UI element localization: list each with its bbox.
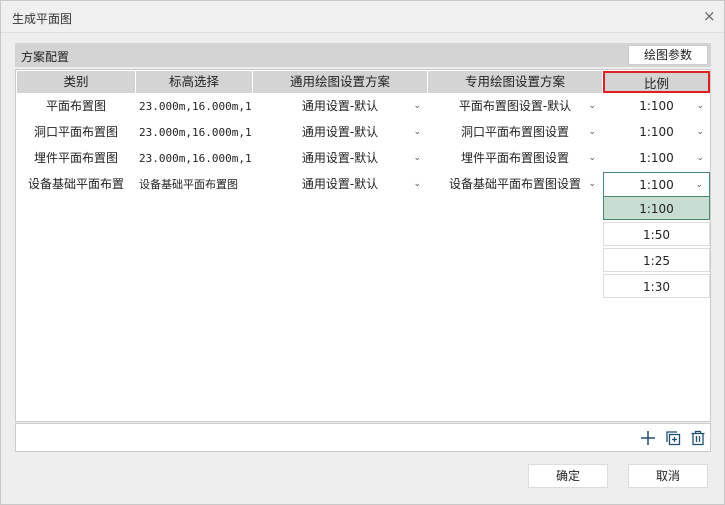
special-scheme-cell[interactable]: 平面布置图设置-默认 ⌄	[428, 94, 602, 119]
column-header-special-scheme[interactable]: 专用绘图设置方案	[428, 71, 602, 93]
chevron-down-icon[interactable]: ⌄	[696, 94, 704, 119]
chevron-down-icon[interactable]: ⌄	[413, 172, 421, 197]
cell-text: 设备基础平面布置图设置	[448, 177, 581, 191]
chevron-down-icon[interactable]: ⌄	[696, 120, 704, 145]
panel-title: 方案配置	[21, 50, 70, 64]
chevron-down-icon[interactable]: ⌄	[588, 172, 596, 197]
elevation-cell[interactable]: 23.000m,16.000m,10	[136, 146, 252, 171]
chevron-down-icon[interactable]: ⌄	[413, 120, 421, 145]
chevron-down-icon[interactable]: ⌄	[695, 173, 703, 196]
title-bar: 生成平面图 ×	[1, 1, 724, 33]
cell-text: 23.000m,16.000m,10	[139, 126, 252, 139]
scale-cell[interactable]: 1:100 ⌄	[603, 172, 710, 197]
add-icon[interactable]	[640, 430, 656, 446]
column-header-general-scheme[interactable]: 通用绘图设置方案	[253, 71, 427, 93]
cell-text: 1:100	[639, 99, 674, 113]
elevation-cell[interactable]: 23.000m,16.000m,10	[136, 120, 252, 145]
general-scheme-cell[interactable]: 通用设置-默认 ⌄	[253, 172, 427, 197]
dialog-window: 生成平面图 × 方案配置 绘图参数 类别 标高选择 通用绘图设置方案 专用绘图设置方案…	[0, 0, 725, 505]
scale-option[interactable]: 1:50	[603, 222, 710, 246]
general-scheme-cell[interactable]: 通用设置-默认 ⌄	[253, 120, 427, 145]
category-cell: 埋件平面布置图	[17, 146, 135, 171]
general-scheme-cell[interactable]: 通用设置-默认 ⌄	[253, 94, 427, 119]
cell-text: 通用设置-默认	[301, 125, 379, 139]
elevation-cell[interactable]: 设备基础平面布置图	[136, 172, 252, 197]
column-header-category[interactable]: 类别	[17, 71, 135, 93]
cell-text: 23.000m,16.000m,10	[139, 152, 252, 165]
scale-option[interactable]: 1:25	[603, 248, 710, 272]
cell-text: 埋件平面布置图设置	[460, 151, 569, 165]
table-toolbar	[15, 423, 711, 452]
category-cell: 平面布置图	[17, 94, 135, 119]
cell-text: 通用设置-默认	[301, 151, 379, 165]
category-cell: 设备基础平面布置	[17, 172, 135, 197]
panel-header: 方案配置 绘图参数	[15, 43, 711, 67]
category-cell: 洞口平面布置图	[17, 120, 135, 145]
scale-cell[interactable]: 1:100 ⌄	[603, 120, 710, 145]
cell-text: 洞口平面布置图	[33, 125, 118, 139]
special-scheme-cell[interactable]: 埋件平面布置图设置 ⌄	[428, 146, 602, 171]
drawing-params-button[interactable]: 绘图参数	[628, 45, 708, 65]
cell-text: 通用设置-默认	[301, 177, 379, 191]
scale-cell[interactable]: 1:100 ⌄	[603, 146, 710, 171]
cell-text: 1:100	[639, 151, 674, 165]
special-scheme-cell[interactable]: 设备基础平面布置图设置 ⌄	[428, 172, 602, 197]
chevron-down-icon[interactable]: ⌄	[588, 94, 596, 119]
cell-text: 1:100	[639, 178, 674, 192]
chevron-down-icon[interactable]: ⌄	[413, 146, 421, 171]
chevron-down-icon[interactable]: ⌄	[413, 94, 421, 119]
chevron-down-icon[interactable]: ⌄	[588, 120, 596, 145]
scale-option[interactable]: 1:30	[603, 274, 710, 298]
general-scheme-cell[interactable]: 通用设置-默认 ⌄	[253, 146, 427, 171]
elevation-cell[interactable]: 23.000m,16.000m,10	[136, 94, 252, 119]
cell-text: 23.000m,16.000m,10	[139, 100, 252, 113]
column-header-scale[interactable]: 比例	[603, 71, 710, 93]
cell-text: 平面布置图设置-默认	[458, 99, 572, 113]
cell-text: 洞口平面布置图设置	[460, 125, 569, 139]
delete-icon[interactable]	[690, 430, 706, 446]
cell-text: 埋件平面布置图	[33, 151, 118, 165]
cell-text: 通用设置-默认	[301, 99, 379, 113]
chevron-down-icon[interactable]: ⌄	[696, 146, 704, 171]
ok-button[interactable]: 确定	[528, 464, 608, 488]
cell-text: 设备基础平面布置	[27, 177, 124, 191]
cell-text: 平面布置图	[45, 99, 106, 113]
scale-cell[interactable]: 1:100 ⌄	[603, 94, 710, 119]
cell-text: 1:100	[639, 125, 674, 139]
cell-text: 设备基础平面布置图	[139, 178, 238, 191]
chevron-down-icon[interactable]: ⌄	[588, 146, 596, 171]
column-header-elevation[interactable]: 标高选择	[136, 71, 252, 93]
window-title: 生成平面图	[12, 12, 73, 26]
special-scheme-cell[interactable]: 洞口平面布置图设置 ⌄	[428, 120, 602, 145]
cancel-button[interactable]: 取消	[628, 464, 708, 488]
scale-option[interactable]: 1:100	[603, 196, 710, 220]
copy-icon[interactable]	[665, 430, 681, 446]
close-icon[interactable]: ×	[703, 7, 716, 25]
